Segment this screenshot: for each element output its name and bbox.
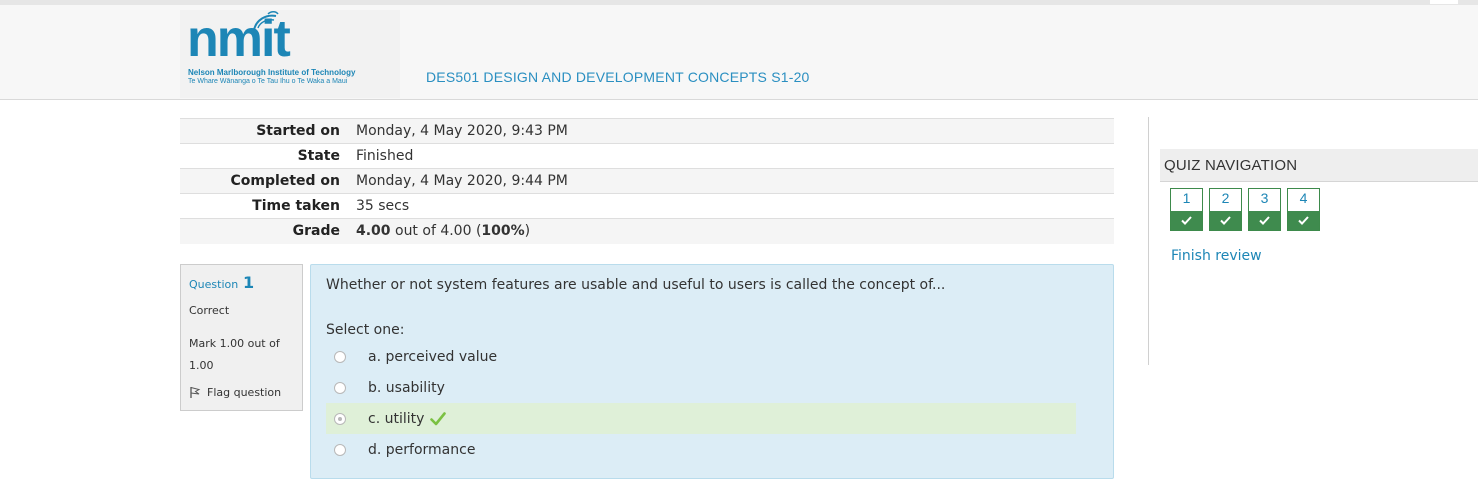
summary-value: Finished: [348, 143, 1114, 169]
grade-close: ): [524, 223, 531, 240]
quiz-navigation-title: QUIZ NAVIGATION: [1164, 157, 1298, 174]
question-info-panel: Question 1 Correct Mark 1.00 out of 1.00…: [180, 264, 303, 411]
quiz-nav-button-4[interactable]: 4: [1287, 188, 1320, 231]
select-one-prompt: Select one:: [326, 322, 405, 338]
quiz-nav-correct-bar: [1288, 211, 1319, 230]
logo-swirl-icon: [253, 11, 279, 31]
flag-question-label: Flag question: [207, 386, 282, 399]
summary-row-grade: Grade 4.00 out of 4.00 (100%): [180, 218, 1114, 244]
quiz-navigation-header: QUIZ NAVIGATION: [1160, 149, 1478, 182]
grade-value: 4.00 out of 4.00 (100%): [348, 218, 1114, 244]
check-icon: [1298, 216, 1309, 225]
flag-icon: [190, 387, 201, 398]
course-title-link[interactable]: DES501 DESIGN AND DEVELOPMENT CONCEPTS S…: [426, 69, 810, 85]
answer-radio[interactable]: [334, 443, 346, 456]
summary-row-completed: Completed on Monday, 4 May 2020, 9:44 PM: [180, 168, 1114, 194]
question-label: Question: [189, 278, 239, 291]
top-edge-tab: [1430, 0, 1458, 4]
quiz-nav-number: 4: [1299, 190, 1308, 206]
summary-value: 35 secs: [348, 193, 1114, 219]
summary-row-time-taken: Time taken 35 secs: [180, 193, 1114, 219]
page-header: nmit Nelson Marlborough Institute of Tec…: [0, 5, 1478, 100]
answer-option-c[interactable]: c. utility: [326, 403, 1076, 434]
question-mark: Mark 1.00 out of 1.00: [189, 337, 280, 372]
question-number: 1: [243, 273, 255, 292]
grade-percent: 100%: [481, 223, 525, 240]
answer-label: d. performance: [368, 441, 476, 458]
quiz-nav-button-2[interactable]: 2: [1209, 188, 1242, 231]
summary-label: State: [180, 143, 348, 169]
quiz-nav-correct-bar: [1249, 211, 1280, 230]
check-icon: [1181, 216, 1192, 225]
finish-review-link[interactable]: Finish review: [1171, 248, 1262, 264]
sidebar-divider: [1148, 117, 1149, 365]
answer-label: c. utility: [368, 410, 425, 427]
summary-value: Monday, 4 May 2020, 9:43 PM: [348, 118, 1114, 144]
check-icon: [1220, 216, 1231, 225]
attempt-summary-table: Started on Monday, 4 May 2020, 9:43 PM S…: [180, 118, 1114, 244]
answer-radio-selected[interactable]: [334, 412, 346, 425]
summary-label: Started on: [180, 118, 348, 144]
question-text: Whether or not system features are usabl…: [326, 277, 946, 293]
question-content: Whether or not system features are usabl…: [310, 264, 1114, 479]
logo-subtitle: Nelson Marlborough Institute of Technolo…: [188, 68, 356, 77]
check-icon: [1259, 216, 1270, 225]
quiz-nav-button-1[interactable]: 1: [1170, 188, 1203, 231]
summary-value: Monday, 4 May 2020, 9:44 PM: [348, 168, 1114, 194]
logo-maori-subtitle: Te Whare Wānanga o Te Tau Ihu o Te Waka …: [188, 78, 348, 85]
answer-label: b. usability: [368, 379, 445, 396]
summary-label: Time taken: [180, 193, 348, 219]
quiz-nav-number: 3: [1260, 190, 1269, 206]
answer-radio[interactable]: [334, 350, 346, 363]
quiz-nav-correct-bar: [1171, 211, 1202, 230]
quiz-nav-button-3[interactable]: 3: [1248, 188, 1281, 231]
correct-check-icon: [430, 411, 447, 425]
quiz-nav-number: 2: [1221, 190, 1230, 206]
summary-label: Grade: [180, 218, 348, 244]
grade-out-of: out of 4.00 (: [390, 223, 482, 240]
summary-label: Completed on: [180, 168, 348, 194]
quiz-nav-number: 1: [1182, 190, 1191, 206]
answer-radio[interactable]: [334, 381, 346, 394]
summary-row-state: State Finished: [180, 143, 1114, 169]
answer-option-a[interactable]: a. perceived value: [326, 341, 1076, 372]
question-state: Correct: [189, 304, 230, 317]
flag-question-button[interactable]: Flag question: [189, 386, 281, 399]
answer-option-d[interactable]: d. performance: [326, 434, 1076, 465]
grade-score: 4.00: [356, 223, 391, 240]
summary-row-started: Started on Monday, 4 May 2020, 9:43 PM: [180, 118, 1114, 144]
answer-label: a. perceived value: [368, 348, 498, 365]
answer-option-b[interactable]: b. usability: [326, 372, 1076, 403]
nmit-logo[interactable]: nmit Nelson Marlborough Institute of Tec…: [180, 10, 400, 98]
quiz-nav-correct-bar: [1210, 211, 1241, 230]
